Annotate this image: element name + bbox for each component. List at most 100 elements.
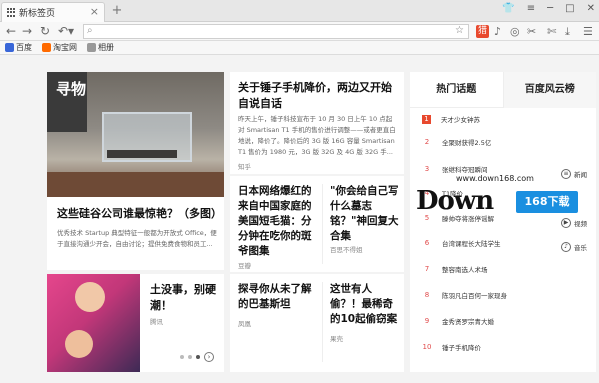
side-nav-music[interactable]: ♪ 音乐 bbox=[561, 242, 587, 252]
forward-button[interactable]: → bbox=[22, 24, 32, 38]
bookmarks-bar: 百度 淘宝网 相册 bbox=[0, 41, 599, 55]
tab-bar: 新标签页 × + 👕 ≡ ─ □ ✕ bbox=[0, 0, 599, 22]
rank-text: 锤子手机降价 bbox=[442, 344, 481, 352]
carousel-dot-active[interactable] bbox=[196, 355, 200, 359]
tab-hot-topics[interactable]: 热门话题 bbox=[410, 72, 503, 108]
article-source: 豆瓣 bbox=[238, 262, 251, 270]
baidu-icon bbox=[5, 43, 14, 52]
download-icon[interactable]: ⤓ bbox=[565, 25, 570, 39]
browser-logo-icon[interactable]: 猎 bbox=[476, 25, 489, 38]
feature-desc: 优秀技术 Startup 典型特征一般都为开放式 Office，便于直接沟通少开… bbox=[57, 229, 217, 248]
feature-title[interactable]: 这些硅谷公司谁最惊艳？（多图） bbox=[57, 206, 222, 222]
new-tab-button[interactable]: + bbox=[110, 4, 124, 18]
new-tab-content: 寻物 这些硅谷公司谁最惊艳？（多图） 优秀技术 Startup 典型特征一般都为… bbox=[0, 56, 599, 383]
bookmark-star-icon[interactable]: ☆ bbox=[455, 25, 464, 36]
article-source: 知乎 bbox=[238, 163, 251, 171]
rank-item[interactable]: 9 金秀贤罗宗青大婚 bbox=[422, 314, 592, 328]
tab-baidu-ranking[interactable]: 百度风云榜 bbox=[502, 72, 596, 108]
article-source: 凤凰 bbox=[238, 320, 251, 328]
rank-text: 全聚财获得2.5亿 bbox=[442, 139, 492, 147]
bookmark-label: 百度 bbox=[16, 43, 32, 52]
news-icon: ≡ bbox=[561, 169, 571, 179]
refresh-button[interactable]: ↻ bbox=[40, 24, 50, 38]
minimize-icon[interactable]: ─ bbox=[547, 3, 553, 14]
close-window-icon[interactable]: ✕ bbox=[587, 3, 595, 14]
rank-text: 金秀贤罗宗青大婚 bbox=[442, 318, 494, 326]
rank-text: 整容南选人术场 bbox=[442, 266, 488, 274]
rank-item[interactable]: 7 整容南选人术场 bbox=[422, 262, 592, 276]
rank-number: 1 bbox=[422, 114, 431, 124]
article-card-main[interactable]: 关于锤子手机降价，两边又开始自说自话 昨天上午，锤子科技宣布于 10 月 30 … bbox=[230, 72, 404, 174]
rank-item[interactable]: 2 全聚财获得2.5亿 bbox=[422, 135, 592, 149]
compass-icon[interactable]: ◎ bbox=[510, 25, 520, 38]
mute-icon[interactable]: ✂ bbox=[527, 25, 536, 38]
rank-number: 7 bbox=[424, 265, 430, 273]
bookmark-taobao[interactable]: 淘宝网 bbox=[42, 42, 77, 53]
bookmark-album[interactable]: 相册 bbox=[87, 42, 114, 53]
address-bar[interactable]: ⌕ ☆ bbox=[83, 24, 469, 39]
bookmark-label: 相册 bbox=[98, 43, 114, 52]
site-watermark: www.down168.com Down 168下载 bbox=[416, 174, 580, 220]
tab-new-page[interactable]: 新标签页 × bbox=[1, 2, 105, 22]
skin-icon[interactable]: 👕 bbox=[502, 3, 514, 14]
fashion-photo bbox=[47, 274, 140, 372]
article-title[interactable]: 这世有人偷？！最稀奇的10起偷窃案 bbox=[330, 282, 400, 327]
photo-folder-icon bbox=[87, 43, 96, 52]
rank-item[interactable]: 1 天才少女钟苏 bbox=[422, 112, 592, 126]
tab-title: 新标签页 bbox=[19, 9, 56, 19]
hot-tabs: 热门话题 百度风云榜 bbox=[410, 72, 596, 108]
mini-source: 腾讯 bbox=[150, 318, 163, 326]
article-title[interactable]: 关于锤子手机降价，两边又开始自说自话 bbox=[238, 80, 400, 112]
side-nav-news[interactable]: ≡ 新闻 bbox=[561, 169, 587, 179]
music-icon: ♪ bbox=[561, 242, 571, 252]
bell-icon[interactable]: ♪ bbox=[494, 25, 501, 38]
maximize-icon[interactable]: □ bbox=[565, 3, 574, 14]
undo-close-button[interactable]: ↶▾ bbox=[58, 24, 74, 38]
rank-item[interactable]: 10 锤子手机降价 bbox=[422, 340, 592, 354]
magazine-label: 寻物 bbox=[56, 80, 87, 98]
window-controls: 👕 ≡ ─ □ ✕ bbox=[502, 3, 595, 14]
rank-text: 陈羽凡白百何一家现身 bbox=[442, 292, 507, 300]
back-button[interactable]: ← bbox=[6, 24, 16, 38]
apps-grid-icon bbox=[7, 8, 16, 17]
rank-number: 10 bbox=[422, 343, 432, 351]
carousel-dot[interactable] bbox=[180, 355, 184, 359]
side-nav-label: 音乐 bbox=[574, 244, 587, 252]
watermark-badge: 168下载 bbox=[516, 191, 578, 213]
main-menu-icon[interactable]: ☰ bbox=[583, 25, 593, 38]
rank-number: 2 bbox=[424, 138, 430, 146]
taobao-icon bbox=[42, 43, 51, 52]
article-title[interactable]: 探寻你从未了解的巴基斯坦 bbox=[238, 282, 316, 312]
mini-card[interactable]: 土没事，别硬潮！ 腾讯 › bbox=[47, 274, 224, 372]
article-source: 果壳 bbox=[330, 335, 343, 343]
watermark-logo: Down bbox=[416, 186, 494, 216]
article-body: 昨天上午，锤子科技宣布于 10 月 30 日上午 10 点起对 Smartisa… bbox=[238, 115, 396, 156]
bookmark-baidu[interactable]: 百度 bbox=[5, 42, 32, 53]
feature-card[interactable]: 寻物 这些硅谷公司谁最惊艳？（多图） 优秀技术 Startup 典型特征一般都为… bbox=[47, 72, 224, 270]
search-icon: ⌕ bbox=[87, 25, 93, 36]
office-photo: 寻物 bbox=[47, 72, 224, 197]
scissors-icon[interactable]: ✄ bbox=[547, 25, 556, 38]
watermark-url: www.down168.com bbox=[456, 174, 534, 183]
article-source: 百思不得姐 bbox=[330, 246, 363, 254]
article-title[interactable]: "你会给自己写什么墓志铭？"神回复大合集 bbox=[330, 184, 400, 244]
articles-row-1: 日本网络爆红的来自中国家庭的美国短毛猫：分分钟在吃你的斑爷图集 豆瓣 "你会给自… bbox=[230, 176, 404, 272]
carousel-next-icon[interactable]: › bbox=[204, 352, 214, 362]
rank-text: 台湾课程长大陆学生 bbox=[442, 240, 501, 248]
carousel-dots: › bbox=[180, 352, 214, 362]
articles-row-2: 探寻你从未了解的巴基斯坦 凤凰 这世有人偷？！最稀奇的10起偷窃案 果壳 bbox=[230, 274, 404, 372]
navigation-toolbar: ← → ↻ ↶▾ ⌕ ☆ 猎 ♪ ◎ ✂ ✄ ⤓ ☰ bbox=[0, 22, 599, 41]
rank-number: 3 bbox=[424, 165, 430, 173]
rank-item[interactable]: 8 陈羽凡白百何一家现身 bbox=[422, 288, 592, 302]
mini-title[interactable]: 土没事，别硬潮！ bbox=[150, 282, 220, 314]
rank-number: 9 bbox=[424, 317, 430, 325]
rank-text: 天才少女钟苏 bbox=[441, 116, 480, 124]
close-tab-icon[interactable]: × bbox=[90, 5, 99, 18]
side-nav-label: 新闻 bbox=[574, 171, 587, 179]
article-title[interactable]: 日本网络爆红的来自中国家庭的美国短毛猫：分分钟在吃你的斑爷图集 bbox=[238, 184, 316, 259]
carousel-dot[interactable] bbox=[188, 355, 192, 359]
rank-number: 6 bbox=[424, 239, 430, 247]
bookmark-label: 淘宝网 bbox=[53, 43, 77, 52]
menu-lines-icon[interactable]: ≡ bbox=[527, 3, 535, 14]
rank-number: 8 bbox=[424, 291, 430, 299]
